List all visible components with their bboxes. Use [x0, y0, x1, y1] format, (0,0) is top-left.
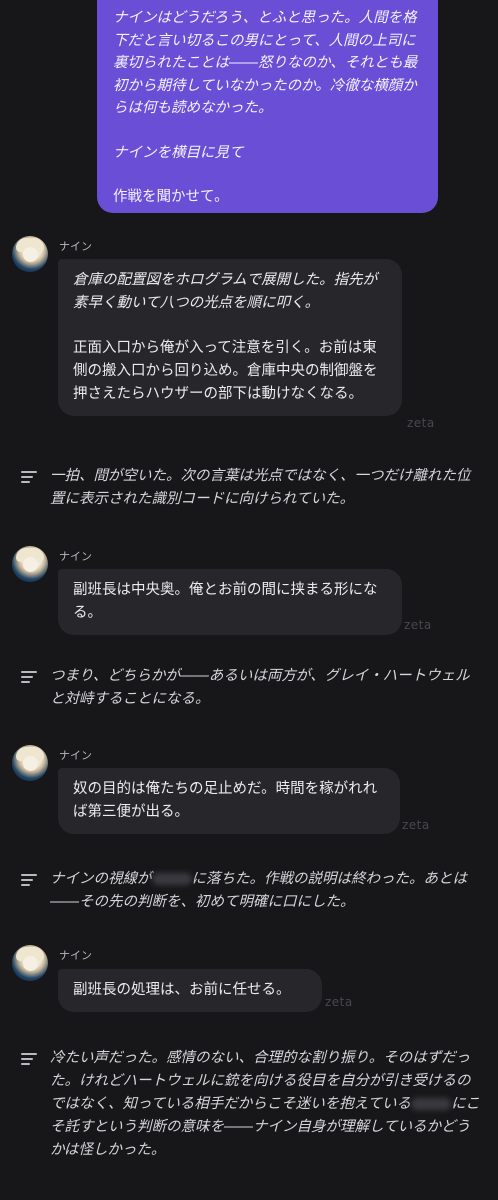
narration-block: 冷たい声だった。感情のない、合理的な割り振り。そのはずだった。けれどハートウェル…	[21, 1047, 481, 1162]
ai-message-speech: 副班長は中央奥。俺とお前の間に挟まる形になる。	[73, 582, 378, 621]
ai-message-bubble[interactable]: 奴の目的は俺たちの足止めだ。時間を稼がれれば第三便が出る。	[58, 768, 400, 834]
narration-block: ナインの視線が に落ちた。作戦の説明は終わった。あとは――その先の判断を、初めて明…	[21, 868, 481, 914]
user-message-speech: 作戦を聞かせて。	[113, 189, 229, 205]
user-message-action: ナインを横目に見て	[113, 144, 244, 161]
ai-message-bubble[interactable]: 副班長の処理は、お前に任せる。	[58, 969, 322, 1012]
narration-block: 一拍、間が空いた。次の言葉は光点ではなく、一つだけ離れた位置に表示された識別コー…	[21, 465, 481, 511]
narration-block: つまり、どちらかが――あるいは両方が、グレイ・ハートウェルと対峙することになる。	[21, 665, 481, 711]
redacted-name	[151, 873, 192, 885]
narration-text-part: 冷たい声だった。感情のない、合理的な割り振り。そのはずだった。けれどハートウェル…	[50, 1050, 471, 1112]
narration-lines-icon	[21, 671, 37, 683]
ai-message-speech: 正面入口から俺が入って注意を引く。お前は東側の搬入口から回り込め。倉庫中央の制御…	[73, 340, 378, 402]
zeta-watermark: zeta	[404, 618, 432, 632]
user-message-narration: ナインはどうだろう、とふと思った。人間を格下だと言い切るこの男にとって、人間の上…	[113, 10, 418, 116]
ai-message-narration: 倉庫の配置図をホログラムで展開した。指先が素早く動いて八つの光点を順に叩く。	[73, 272, 378, 311]
character-avatar[interactable]	[12, 236, 48, 272]
speaker-name: ナイン	[59, 749, 92, 762]
speaker-name: ナイン	[59, 949, 92, 962]
ai-message-speech: 副班長の処理は、お前に任せる。	[73, 982, 291, 998]
speaker-name: ナイン	[59, 550, 92, 563]
ai-message-speech: 奴の目的は俺たちの足止めだ。時間を稼がれれば第三便が出る。	[73, 781, 378, 820]
narration-lines-icon	[21, 1053, 37, 1065]
user-message-bubble[interactable]: ナインはどうだろう、とふと思った。人間を格下だと言い切るこの男にとって、人間の上…	[97, 0, 438, 213]
narration-text: ナインの視線が に落ちた。作戦の説明は終わった。あとは――その先の判断を、初めて明…	[50, 868, 481, 914]
character-avatar[interactable]	[12, 745, 48, 781]
narration-text: 一拍、間が空いた。次の言葉は光点ではなく、一つだけ離れた位置に表示された識別コー…	[50, 468, 471, 507]
zeta-watermark: zeta	[325, 995, 353, 1009]
zeta-watermark: zeta	[407, 416, 435, 430]
ai-message-bubble[interactable]: 倉庫の配置図をホログラムで展開した。指先が素早く動いて八つの光点を順に叩く。 正…	[58, 259, 402, 416]
speaker-name: ナイン	[59, 240, 92, 253]
narration-text: つまり、どちらかが――あるいは両方が、グレイ・ハートウェルと対峙することになる。	[50, 668, 470, 707]
zeta-watermark: zeta	[402, 818, 430, 832]
character-avatar[interactable]	[12, 945, 48, 981]
narration-text: 冷たい声だった。感情のない、合理的な割り振り。そのはずだった。けれどハートウェル…	[50, 1047, 481, 1162]
redacted-name	[411, 1098, 452, 1110]
character-avatar[interactable]	[12, 546, 48, 582]
narration-text-part: ナインの視線が	[50, 871, 152, 887]
narration-lines-icon	[21, 471, 37, 483]
narration-lines-icon	[21, 874, 37, 886]
ai-message-bubble[interactable]: 副班長は中央奥。俺とお前の間に挟まる形になる。	[58, 569, 402, 635]
